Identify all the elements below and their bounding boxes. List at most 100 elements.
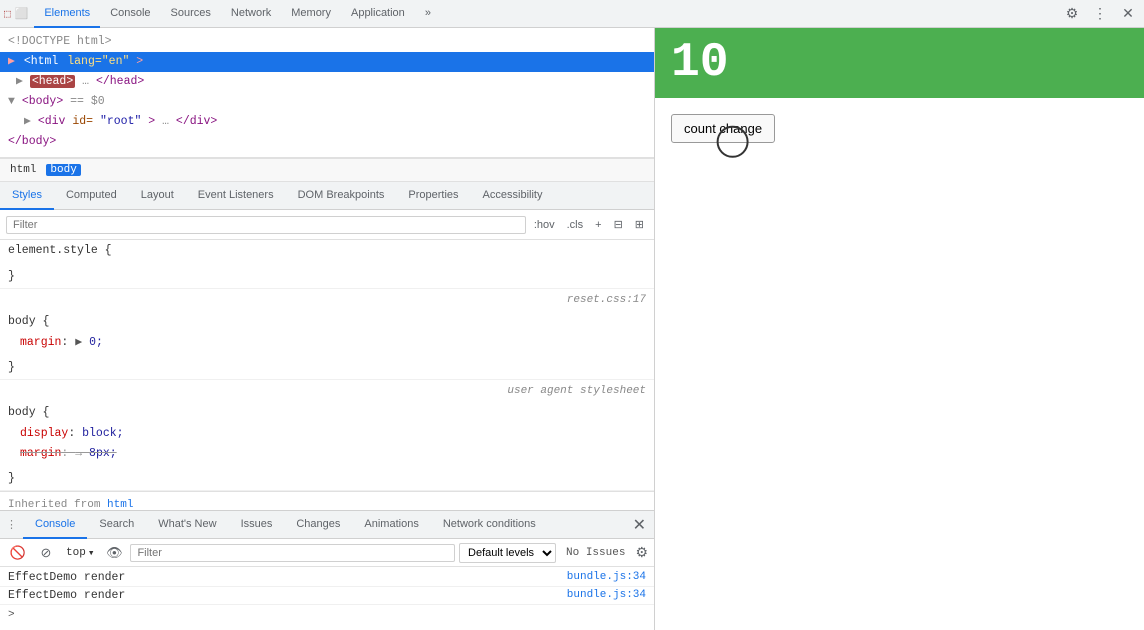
console-filter-input[interactable]	[130, 544, 455, 562]
add-style-button[interactable]: +	[591, 217, 605, 233]
tab-console[interactable]: Console	[100, 0, 160, 28]
tab-more[interactable]: »	[415, 0, 441, 28]
head-ellipsis: …	[82, 75, 96, 88]
body-arrow: ▼	[8, 95, 22, 108]
breadcrumb-html[interactable]: html	[8, 164, 38, 176]
console-tab-changes[interactable]: Changes	[284, 511, 352, 539]
no-issues-badge: No Issues	[560, 547, 631, 559]
devtools-icons: ⚙ ⋮ ✕	[1060, 2, 1140, 26]
breadcrumb: html body	[0, 158, 654, 182]
count-change-button[interactable]: count change	[671, 114, 775, 143]
log-link-2[interactable]: bundle.js:34	[567, 589, 646, 602]
app-header: 10	[655, 28, 1144, 98]
settings-icon[interactable]: ⚙	[1060, 2, 1084, 26]
tab-application[interactable]: Application	[341, 0, 415, 28]
devtools-inspect-icon[interactable]: ⬚	[4, 7, 11, 21]
tab-elements[interactable]: Elements	[34, 0, 100, 28]
tab-sources[interactable]: Sources	[161, 0, 221, 28]
console-dots-icon[interactable]: ⋮	[0, 518, 23, 532]
dom-line-head[interactable]: ▶ <head> … </head>	[0, 72, 654, 92]
log-entry-1: EffectDemo render bundle.js:34	[0, 569, 654, 587]
div-id-value: "root"	[100, 115, 141, 128]
console-tabs: ⋮ Console Search What's New Issues Chang…	[0, 511, 654, 539]
sub-tab-computed[interactable]: Computed	[54, 182, 129, 210]
user-agent-section: user agent stylesheet body { display: bl…	[0, 380, 654, 491]
sub-tab-properties[interactable]: Properties	[396, 182, 470, 210]
more-icon[interactable]: ⋮	[1088, 2, 1112, 26]
dom-line-div-root[interactable]: ▶ <div id= "root" > … </div>	[0, 112, 654, 132]
console-tab-issues[interactable]: Issues	[229, 511, 285, 539]
console-clear-icon[interactable]: 🚫	[6, 541, 30, 565]
console-close-button[interactable]: ✕	[625, 515, 654, 535]
cls-button[interactable]: .cls	[563, 217, 588, 233]
log-link-1[interactable]: bundle.js:34	[567, 571, 646, 584]
app-body: count change	[655, 98, 1144, 159]
console-tab-network-conditions[interactable]: Network conditions	[431, 511, 548, 539]
html-open-arrow: ▶	[8, 55, 22, 68]
div-close: >	[148, 115, 155, 128]
hov-button[interactable]: :hov	[530, 217, 559, 233]
reset-css-props: margin: ▶ 0;	[0, 333, 654, 357]
sub-tab-styles[interactable]: Styles	[0, 182, 54, 210]
sub-tab-accessibility[interactable]: Accessibility	[471, 182, 555, 210]
dom-line-body[interactable]: ▼ <body> == $0	[0, 92, 654, 112]
html-lang-attr: lang=	[67, 55, 102, 68]
margin-s-value: 8px;	[89, 447, 117, 460]
html-inherited-link[interactable]: html	[107, 499, 133, 510]
devtools-topbar: ⬚ ⬜ Elements Console Sources Network Mem…	[0, 0, 1144, 28]
console-panel: ⋮ Console Search What's New Issues Chang…	[0, 510, 654, 630]
display-prop-name: display	[20, 427, 68, 440]
body-dollar: == $0	[70, 95, 105, 108]
close-icon[interactable]: ✕	[1116, 2, 1140, 26]
styles-content[interactable]: element.style { } reset.css:17 body { ma…	[0, 240, 654, 510]
head-tag: <head>	[30, 75, 75, 88]
div-open-tag: <div	[38, 115, 73, 128]
body-close-tag: </body>	[8, 135, 56, 148]
console-context-selector[interactable]: top ▾	[62, 546, 98, 560]
user-agent-header: user agent stylesheet	[0, 380, 654, 402]
console-tab-console[interactable]: Console	[23, 511, 87, 539]
console-caret[interactable]: >	[0, 605, 654, 625]
element-style-close: }	[0, 266, 654, 288]
devtools-device-icon[interactable]: ⬜	[15, 7, 29, 21]
body-selector-1: body {	[0, 311, 654, 333]
console-block-icon[interactable]: ⊘	[34, 541, 58, 565]
html-lang-value: "en"	[102, 55, 130, 68]
log-text-1: EffectDemo render	[8, 571, 125, 584]
sub-tab-layout[interactable]: Layout	[129, 182, 186, 210]
styles-filter-input[interactable]	[6, 216, 526, 234]
html-tag-highlight: <html	[22, 55, 61, 68]
devtools-panel: <!DOCTYPE html> ▶ <html lang="en" > ▶ <h…	[0, 28, 655, 630]
log-text-2: EffectDemo render	[8, 589, 125, 602]
body-open-tag: <body>	[22, 95, 63, 108]
default-levels-select[interactable]: Default levels	[459, 543, 556, 563]
margin-strikethrough-prop: margin: → 8px;	[20, 444, 646, 464]
console-tab-whats-new[interactable]: What's New	[146, 511, 228, 539]
dom-line-body-close: </body>	[0, 132, 654, 152]
element-style-selector: element.style {	[0, 240, 654, 262]
console-tab-animations[interactable]: Animations	[352, 511, 430, 539]
sub-tab-dom-breakpoints[interactable]: DOM Breakpoints	[286, 182, 397, 210]
count-change-label: count change	[684, 121, 762, 136]
sub-tabs: Styles Computed Layout Event Listeners D…	[0, 182, 654, 210]
head-arrow: ▶	[16, 75, 30, 88]
console-eye-icon[interactable]: 👁	[102, 541, 126, 565]
div-arrow: ▶	[24, 115, 38, 128]
console-gear-icon[interactable]: ⚙	[635, 544, 648, 561]
reset-css-source[interactable]: reset.css:17	[567, 291, 646, 309]
style-icon-1[interactable]: ⊟	[610, 216, 627, 233]
tab-network[interactable]: Network	[221, 0, 281, 28]
margin-arrow[interactable]: ▶	[75, 336, 82, 349]
breadcrumb-body[interactable]: body	[46, 164, 80, 176]
dom-line-html[interactable]: ▶ <html lang="en" >	[0, 52, 654, 72]
console-tab-search[interactable]: Search	[87, 511, 146, 539]
body-selector-2-close: }	[0, 468, 654, 490]
body-selector-1-close: }	[0, 357, 654, 379]
margin-prop: margin: ▶ 0;	[20, 333, 646, 353]
sub-tab-event-listeners[interactable]: Event Listeners	[186, 182, 286, 210]
user-agent-props: display: block; margin: → 8px;	[0, 424, 654, 468]
tab-memory[interactable]: Memory	[281, 0, 341, 28]
reset-css-section: reset.css:17 body { margin: ▶ 0; }	[0, 289, 654, 380]
style-icon-2[interactable]: ⊞	[631, 216, 648, 233]
doctype-text: <!DOCTYPE html>	[8, 35, 112, 48]
